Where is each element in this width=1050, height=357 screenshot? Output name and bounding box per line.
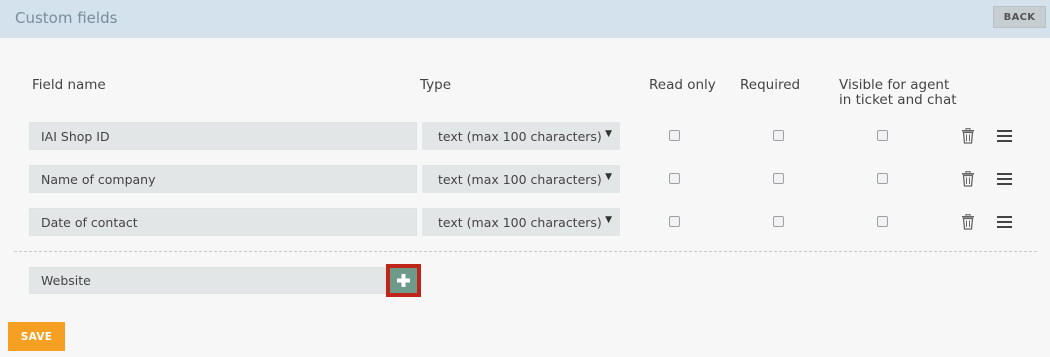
field-name-input[interactable] bbox=[29, 208, 417, 236]
column-header-visible: Visible for agent in ticket and chat bbox=[839, 78, 957, 108]
hamburger-menu-icon[interactable] bbox=[997, 130, 1012, 142]
required-checkbox[interactable] bbox=[773, 173, 784, 184]
field-type-select[interactable]: text (max 100 characters) ▼ bbox=[422, 208, 620, 236]
field-name-input[interactable] bbox=[29, 165, 417, 193]
field-type-value: text (max 100 characters) bbox=[438, 214, 602, 230]
read-only-checkbox[interactable] bbox=[669, 130, 680, 141]
trash-icon[interactable] bbox=[961, 214, 975, 230]
trash-icon[interactable] bbox=[961, 128, 975, 144]
visible-checkbox[interactable] bbox=[877, 216, 888, 227]
dropdown-arrow-icon: ▼ bbox=[605, 172, 612, 182]
hamburger-menu-icon[interactable] bbox=[997, 216, 1012, 228]
back-button[interactable]: BACK bbox=[993, 6, 1046, 28]
required-checkbox[interactable] bbox=[773, 216, 784, 227]
column-header-visible-line2: in ticket and chat bbox=[839, 92, 957, 108]
visible-checkbox[interactable] bbox=[877, 130, 888, 141]
page-header: Custom fields BACK bbox=[0, 0, 1050, 38]
dropdown-arrow-icon: ▼ bbox=[605, 129, 612, 139]
field-type-select[interactable]: text (max 100 characters) ▼ bbox=[422, 165, 620, 193]
page-title: Custom fields bbox=[15, 9, 118, 27]
column-header-field-name: Field name bbox=[32, 77, 106, 93]
trash-icon[interactable] bbox=[961, 171, 975, 187]
dropdown-arrow-icon: ▼ bbox=[605, 215, 612, 225]
column-header-required: Required bbox=[740, 77, 801, 93]
column-header-read-only: Read only bbox=[649, 77, 716, 93]
save-button[interactable]: SAVE bbox=[8, 322, 65, 351]
field-row: text (max 100 characters) ▼ bbox=[0, 208, 1050, 236]
visible-checkbox[interactable] bbox=[877, 173, 888, 184]
read-only-checkbox[interactable] bbox=[669, 173, 680, 184]
field-type-value: text (max 100 characters) bbox=[438, 171, 602, 187]
field-type-value: text (max 100 characters) bbox=[438, 128, 602, 144]
field-type-select[interactable]: text (max 100 characters) ▼ bbox=[422, 122, 620, 150]
section-divider bbox=[14, 251, 1037, 252]
hamburger-menu-icon[interactable] bbox=[997, 173, 1012, 185]
plus-icon bbox=[397, 274, 410, 287]
add-field-button[interactable] bbox=[386, 264, 421, 297]
field-row: text (max 100 characters) ▼ bbox=[0, 122, 1050, 150]
field-name-input[interactable] bbox=[29, 122, 417, 150]
required-checkbox[interactable] bbox=[773, 130, 784, 141]
read-only-checkbox[interactable] bbox=[669, 216, 680, 227]
add-field-button-face bbox=[390, 268, 417, 293]
field-row: text (max 100 characters) ▼ bbox=[0, 165, 1050, 193]
column-header-type: Type bbox=[420, 77, 452, 93]
column-header-visible-line1: Visible for agent bbox=[839, 77, 950, 93]
new-field-name-input[interactable] bbox=[29, 267, 391, 294]
